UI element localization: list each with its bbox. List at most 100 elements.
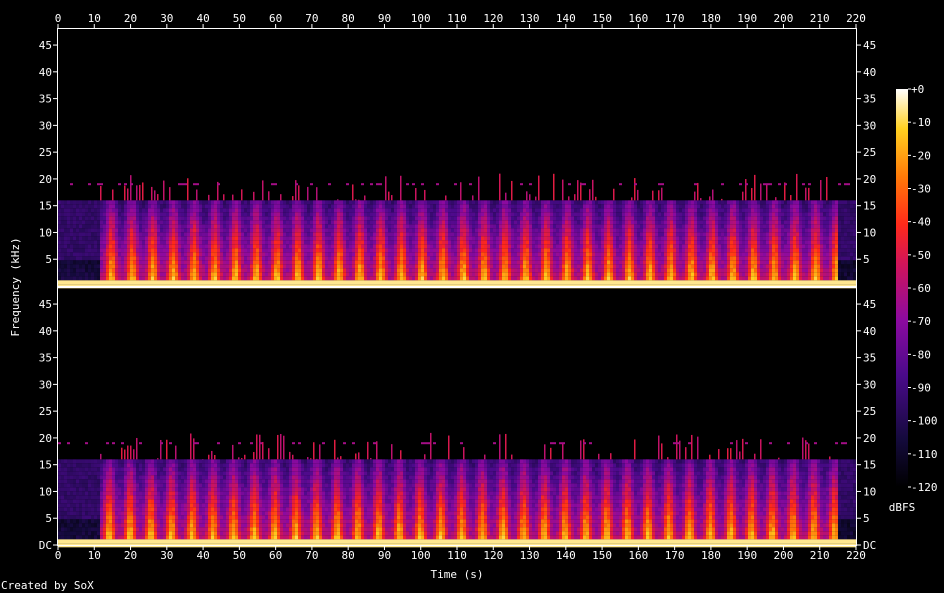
spectrogram-cell [493,224,496,229]
spectrogram-cell [697,228,700,233]
spectrogram-cell [622,240,625,245]
spectrogram-cell [463,236,466,241]
spectrogram-cell [574,256,577,261]
spectrogram-cell [691,208,694,213]
spectrogram-cell [208,260,211,265]
spectrogram-cell [307,264,310,269]
spectrogram-cell [694,232,697,237]
spectrogram-cell [442,228,445,233]
spectrogram-cell [388,228,391,233]
spectrogram-cell [607,208,610,213]
spectrogram-cell [463,204,466,209]
spectrogram-cell [580,228,583,233]
spectrogram-cell [544,260,547,265]
spectrogram-cell [637,220,640,225]
spectrogram-cell [505,216,508,221]
spectrogram-cell [487,260,490,265]
spectrogram-cell [76,228,79,233]
spectrogram-cell [634,204,637,209]
spectrogram-cell [61,264,64,269]
spectrogram-cell [661,252,664,257]
spectrogram-cell [496,204,499,209]
spectrogram-cell [151,232,154,237]
spectrogram-cell [646,264,649,269]
spectrogram-cell [226,264,229,269]
spectrogram-cell [469,272,472,277]
spectrogram-cell [130,272,133,277]
spectrogram-cell [148,276,151,281]
spectrogram-cell [319,256,322,261]
spectrogram-cell [259,268,262,273]
spectrogram-cell [586,240,589,245]
spectrogram-cell [640,264,643,269]
spectrogram-cell [79,232,82,237]
spectrogram-cell [592,208,595,213]
spectrogram-cell [253,200,256,205]
spectrogram-cell [700,220,703,225]
spectrogram-cell [592,252,595,257]
spectrogram-cell [280,216,283,221]
spectrogram-cell [313,216,316,221]
spectrogram-cell [289,244,292,249]
spectrogram-cell [715,208,718,213]
spectrogram-cell [601,264,604,269]
spectrogram-cell [394,216,397,221]
spectrogram-cell [598,280,601,285]
spectrogram-cell [694,264,697,269]
spectrogram-tone [469,183,472,186]
spectrogram-cell [541,212,544,217]
spectrogram-cell [466,276,469,281]
spectrogram-cell [373,212,376,217]
spectrogram-cell [400,252,403,257]
spectrogram-cell [679,200,682,205]
spectrogram-cell [271,224,274,229]
spectrogram-cell [301,276,304,281]
spectrogram-cell [481,264,484,269]
spectrogram-spike [280,194,282,201]
spectrogram-cell [133,260,136,265]
spectrogram-cell [409,264,412,269]
spectrogram-cell [676,248,679,253]
spectrogram-cell [124,236,127,241]
spectrogram-cell [574,216,577,221]
spectrogram-cell [553,272,556,277]
spectrogram-cell [427,224,430,229]
spectrogram-cell [700,216,703,221]
spectrogram-cell [676,240,679,245]
spectrogram-cell [643,248,646,253]
spectrogram-cell [115,204,118,209]
spectrogram-cell [142,224,145,229]
spectrogram-cell [388,240,391,245]
spectrogram-cell [223,264,226,269]
spectrogram-cell [67,264,70,269]
spectrogram-cell [112,224,115,229]
spectrogram-cell [289,276,292,281]
spectrogram-cell [364,252,367,257]
spectrogram-cell [355,220,358,225]
spectrogram-cell [262,256,265,261]
spectrogram-cell [427,240,430,245]
spectrogram-cell [124,252,127,257]
spectrogram-cell [361,280,364,285]
spectrogram-cell [640,200,643,205]
spectrogram-cell [490,276,493,281]
spectrogram-cell [649,264,652,269]
spectrogram-cell [205,280,208,285]
spectrogram-cell [676,276,679,281]
spectrogram-cell [475,224,478,229]
spectrogram-cell [88,272,91,277]
spectrogram-cell [220,208,223,213]
spectrogram-cell [421,260,424,265]
spectrogram-cell [361,260,364,265]
spectrogram-cell [505,252,508,257]
spectrogram-cell [244,280,247,285]
spectrogram-cell [253,204,256,209]
spectrogram-cell [595,220,598,225]
spectrogram-cell [583,212,586,217]
spectrogram-cell [604,208,607,213]
spectrogram-cell [580,232,583,237]
spectrogram-cell [439,280,442,285]
spectrogram-cell [421,280,424,285]
spectrogram-cell [547,200,550,205]
spectrogram-cell [220,260,223,265]
